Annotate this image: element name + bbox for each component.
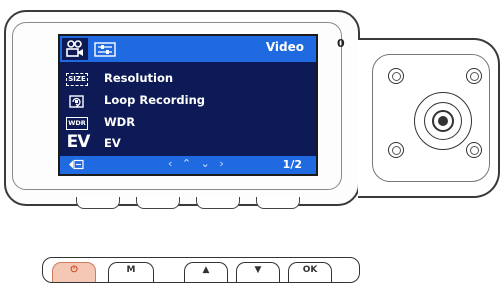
system-settings-tab[interactable] xyxy=(92,41,118,58)
ev-icon: EV xyxy=(66,132,91,152)
down-button[interactable]: ▼ xyxy=(236,262,280,282)
video-mode-tab[interactable] xyxy=(62,38,88,60)
ir-led-icon xyxy=(388,68,404,84)
loop-recording-icon xyxy=(68,92,86,110)
screen-bottom-bar: ‹ ⌃ ⌄ › 1/2 xyxy=(60,156,316,174)
wdr-icon: WDR xyxy=(66,114,88,132)
settings-sliders-icon xyxy=(94,42,116,57)
power-icon: ⏻ xyxy=(70,265,78,275)
screen-top-bar: Video xyxy=(60,36,316,62)
power-button[interactable]: ⏻ xyxy=(52,262,96,282)
ir-led-icon xyxy=(388,142,404,158)
navigation-arrows-hint: ‹ ⌃ ⌄ › xyxy=(168,157,227,170)
menu-item-label: Resolution xyxy=(104,71,174,85)
menu-item-wdr[interactable]: WDR WDR xyxy=(60,112,316,134)
down-arrow-icon: ▼ xyxy=(254,265,262,275)
body-tab xyxy=(136,197,180,209)
menu-item-loop-recording[interactable]: Loop Recording xyxy=(60,90,316,112)
menu-title: Video xyxy=(265,40,304,54)
ir-led-icon xyxy=(466,142,482,158)
menu-button-label: M xyxy=(126,265,136,275)
menu-item-resolution[interactable]: SIZE Resolution xyxy=(60,68,316,90)
size-icon: SIZE xyxy=(66,70,88,88)
back-icon[interactable] xyxy=(68,159,84,170)
corner-label: 0 xyxy=(337,37,345,50)
menu-item-ev[interactable]: EV EV xyxy=(60,132,316,155)
ok-button[interactable]: OK xyxy=(288,262,332,282)
ok-button-label: OK xyxy=(302,265,318,275)
menu-button[interactable]: M xyxy=(108,262,154,282)
body-tab xyxy=(256,197,300,209)
video-settings-icon xyxy=(66,40,83,57)
lens-center xyxy=(438,116,448,126)
body-tab xyxy=(76,197,120,209)
menu-item-label: WDR xyxy=(104,115,136,129)
ir-led-icon xyxy=(466,68,482,84)
lcd-screen: Video SIZE Resolution Loop Recording WDR… xyxy=(58,34,318,176)
body-tab xyxy=(196,197,240,209)
page-indicator: 1/2 xyxy=(282,158,302,171)
menu-item-label: Loop Recording xyxy=(104,93,206,107)
up-arrow-icon: ▲ xyxy=(202,265,210,275)
up-button[interactable]: ▲ xyxy=(184,262,228,282)
menu-item-label: EV xyxy=(104,136,121,150)
